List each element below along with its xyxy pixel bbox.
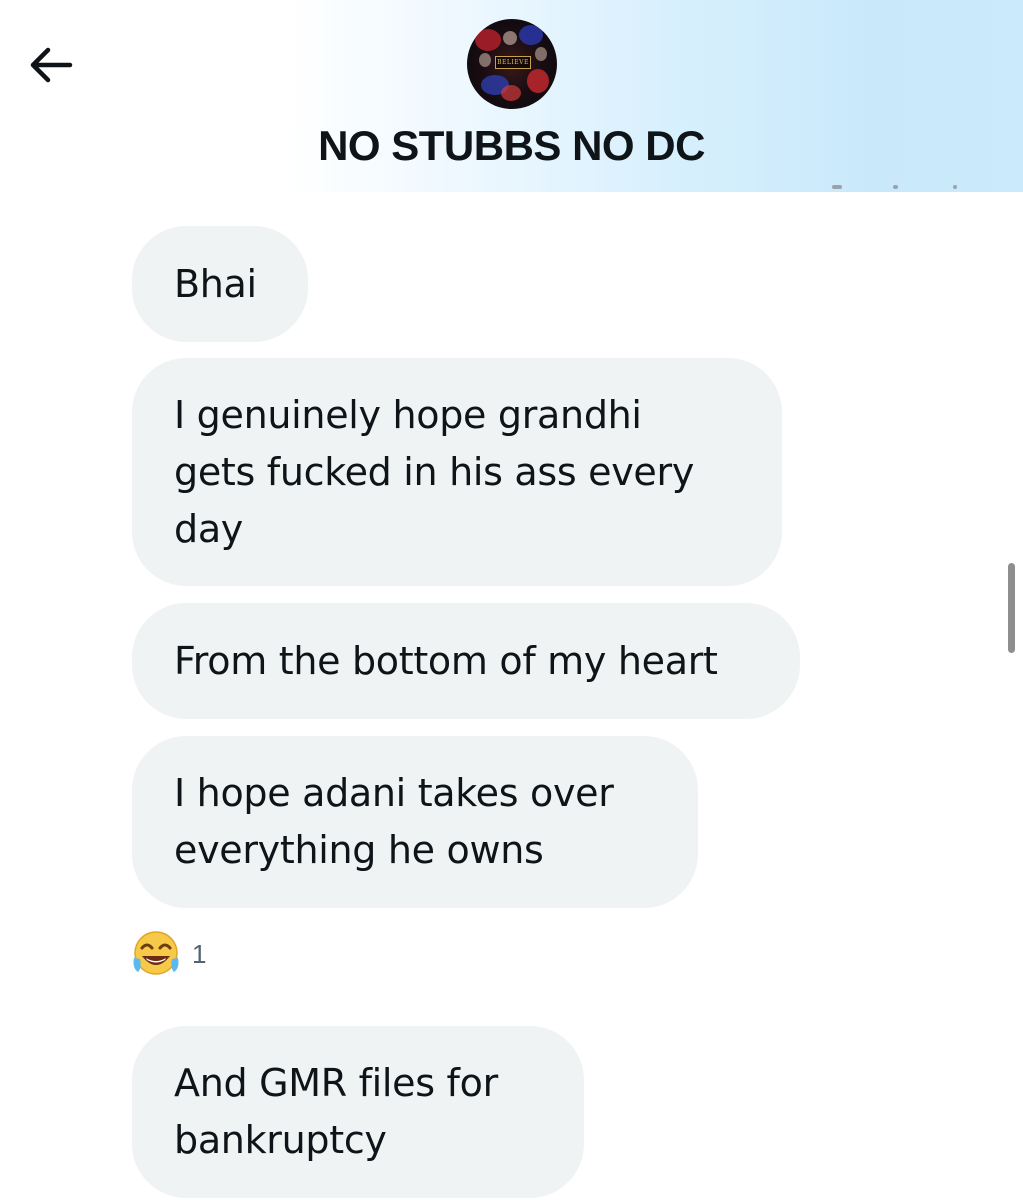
avatar-badge-text: BELIEVE (495, 56, 531, 69)
arrow-left-icon (30, 47, 73, 83)
message-bubble[interactable]: And GMR files for bankruptcy (132, 1026, 584, 1198)
message-reaction[interactable]: 1 (130, 927, 206, 981)
reaction-count: 1 (192, 938, 207, 969)
back-button[interactable] (22, 40, 78, 90)
message-bubble[interactable]: I genuinely hope grandhi gets fucked in … (132, 358, 782, 586)
scrollbar[interactable] (1008, 563, 1015, 653)
message-bubble[interactable]: Bhai (132, 226, 308, 342)
face-with-tears-of-joy-icon (130, 928, 182, 980)
message-bubble[interactable]: I hope adani takes over everything he ow… (132, 736, 698, 908)
message-bubble[interactable]: From the bottom of my heart (132, 603, 800, 719)
message-list[interactable]: Bhai I genuinely hope grandhi gets fucke… (0, 192, 1023, 1200)
conversation-title[interactable]: NO STUBBS NO DC (0, 120, 1023, 172)
avatar[interactable]: BELIEVE (467, 19, 557, 109)
conversation-header: BELIEVE NO STUBBS NO DC (0, 0, 1023, 192)
